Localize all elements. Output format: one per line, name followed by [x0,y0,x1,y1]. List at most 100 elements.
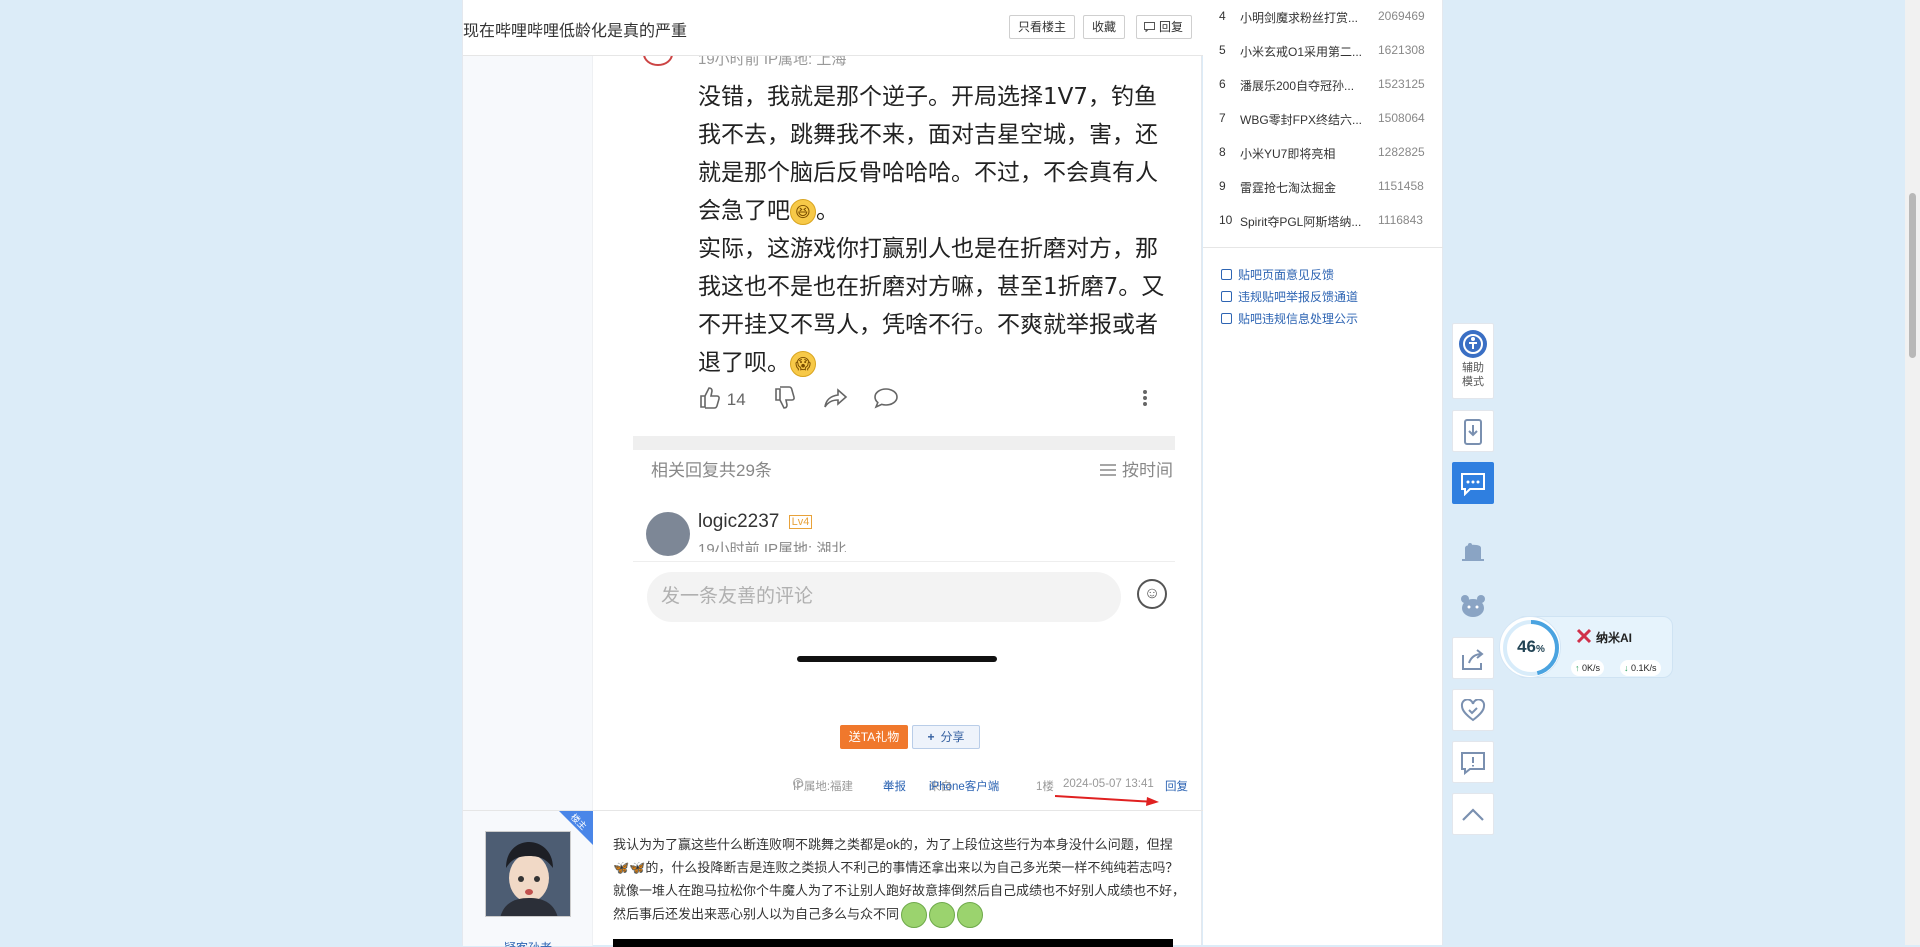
share-label: 分享 [940,730,965,744]
monitor-icon [1221,291,1232,302]
rank-title[interactable]: 潘展乐200自夺冠孙... [1240,77,1364,94]
ranking-item[interactable]: 7 WBG零封FPX终结六... 1508064 [1203,111,1443,131]
rank-number: 10 [1219,213,1233,227]
arrow-up-icon: ↑ [1575,663,1580,673]
rank-count: 1523125 [1378,77,1425,91]
thread-title: 现在哔哩哔哩低龄化是真的严重 [463,23,688,40]
assist-mode-label: 辅助模式 [1462,362,1484,388]
usage-percent: 46% [1517,637,1545,656]
ranking-item[interactable]: 9 雷霆抢七淘汰掘金 1151458 [1203,179,1443,199]
upload-speed: ↑ 0K/s [1571,660,1605,676]
ranking-item[interactable]: 10 Spirit夺PGL阿斯塔纳... 1116843 [1203,213,1443,233]
ranking-item[interactable]: 6 潘展乐200自夺冠孙... 1523125 [1203,77,1443,97]
nano-ai-title: 纳米AI [1596,631,1633,645]
rank-count: 1282825 [1378,145,1425,159]
rank-title[interactable]: WBG零封FPX终结六... [1240,111,1364,128]
floor-2-post: 楼主 疑客孙老 我认为为了赢这些什么断连败啊不跳舞之类都是ok的，为了上段位这些… [463,810,1203,947]
ranking-item[interactable]: 8 小米YU7即将亮相 1282825 [1203,145,1443,165]
feedback-link-label: 贴吧页面意见反馈 [1238,268,1335,282]
trash-icon [1221,313,1232,324]
reply-user-name-text: logic2237 [698,511,780,532]
rank-title[interactable]: 小米YU7即将亮相 [1240,145,1364,162]
reply-icon [1144,22,1155,32]
rank-number: 8 [1219,145,1226,159]
rank-title[interactable]: 小米玄戒O1采用第二... [1240,43,1364,60]
ranking-item[interactable]: 4 小明剑魔求粉丝打赏... 2069469 [1203,9,1443,29]
bear-mascot-button[interactable] [1452,585,1494,627]
share-page-button[interactable] [1452,637,1494,679]
chat-icon [1461,473,1485,496]
download-speed-value: 0.1K/s [1631,663,1657,673]
post-time: 2024-05-07 13:41 [1063,778,1154,790]
reply-top-button[interactable]: 回复 [1136,15,1193,39]
plus-icon: + [927,730,935,744]
usage-percent-value: 46 [1517,637,1536,656]
like-button[interactable]: 14 [698,386,746,410]
feedback-link[interactable]: 贴吧页面意见反馈 [1221,266,1334,283]
thumbs-up-icon [700,387,720,409]
author-sidebar [463,56,593,810]
share-button[interactable]: + 分享 [912,725,980,749]
scrollbar-thumb[interactable] [1909,193,1916,358]
favorite-heart-button[interactable] [1452,689,1494,731]
sick-emoji-icon [901,902,928,928]
reply-user-name[interactable]: logic2237 Lv4 [698,511,813,533]
section-divider [633,436,1175,450]
shocked-emoji-icon: 😱 [790,350,816,377]
sort-icon [1100,464,1117,476]
magic-hat-button[interactable] [1452,532,1494,574]
only-op-button[interactable]: 只看楼主 [1009,15,1076,39]
report-channel-label: 违规贴吧举报反馈通道 [1238,290,1359,304]
rank-count: 1508064 [1378,111,1425,125]
bear-icon [1461,595,1485,617]
nano-ai-widget[interactable]: 纳米AI ↑ 0K/s ↓ 0.1K/s 46% [1497,612,1675,682]
report-label: 举报 [883,781,906,793]
rank-count: 2069469 [1378,9,1425,23]
author-name[interactable]: 疑客孙老 [463,939,593,947]
rank-number: 5 [1219,43,1226,57]
reply-user-avatar[interactable] [646,512,690,556]
favorite-button[interactable]: 收藏 [1083,15,1126,39]
alert-message-icon [1461,752,1485,775]
share-arrow-icon [824,388,848,408]
dislike-button[interactable] [773,386,797,415]
assist-mode-button[interactable]: 辅助模式 [1452,323,1494,399]
replies-count-label: 相关回复共29条 [651,461,772,480]
floor-2-body: 我认为为了赢这些什么断连败啊不跳舞之类都是ok的，为了上段位这些行为本身没什么问… [613,833,1188,928]
thread-title-bar: 现在哔哩哔哩低龄化是真的严重 只看楼主 收藏 回复 [463,0,1203,56]
rank-title[interactable]: Spirit夺PGL阿斯塔纳... [1240,213,1364,230]
ranking-item[interactable]: 5 小米玄戒O1采用第二... 1621308 [1203,43,1443,63]
download-app-button[interactable] [1452,410,1494,452]
comment-bar: 发一条友善的评论 ☺ [633,561,1175,631]
red-arrow-annotation [1055,795,1159,806]
sick-emoji-icon [957,902,984,928]
reply-top-label: 回复 [1159,20,1184,34]
send-gift-button[interactable]: 送TA礼物 [840,725,908,749]
report-feedback-button[interactable] [1452,741,1494,783]
rank-title[interactable]: 雷霆抢七淘汰掘金 [1240,179,1364,196]
comment-button[interactable] [873,386,899,415]
emoji-picker-icon[interactable]: ☺ [1137,579,1167,609]
comment-bubble-icon [874,388,898,409]
back-to-top-button[interactable] [1452,793,1494,835]
message-button[interactable] [1452,462,1494,504]
client-link[interactable]: iPhone客户端 [929,778,999,794]
share-post-button[interactable] [823,386,849,415]
rank-title[interactable]: 小明剑魔求粉丝打赏... [1240,9,1364,26]
comment-input[interactable]: 发一条友善的评论 [647,572,1121,622]
sort-by-time[interactable]: 按时间 [1099,456,1173,481]
upload-speed-value: 0K/s [1582,663,1601,673]
reply-link[interactable]: 回复 [1165,778,1188,794]
accessibility-icon [1459,330,1487,358]
violation-notice-link[interactable]: 贴吧违规信息处理公示 [1221,310,1358,327]
rank-number: 7 [1219,111,1226,125]
more-options-button[interactable] [1142,386,1148,415]
report-channel-link[interactable]: 违规贴吧举报反馈通道 [1221,288,1358,305]
violation-notice-label: 贴吧违规信息处理公示 [1238,312,1359,326]
author-avatar[interactable] [485,831,571,917]
like-count: 14 [726,390,746,409]
nano-ai-logo-icon [1576,628,1592,644]
rank-count: 1116843 [1378,213,1423,227]
image-top-edge [613,939,1173,947]
page-scrollbar[interactable] [1905,0,1920,945]
